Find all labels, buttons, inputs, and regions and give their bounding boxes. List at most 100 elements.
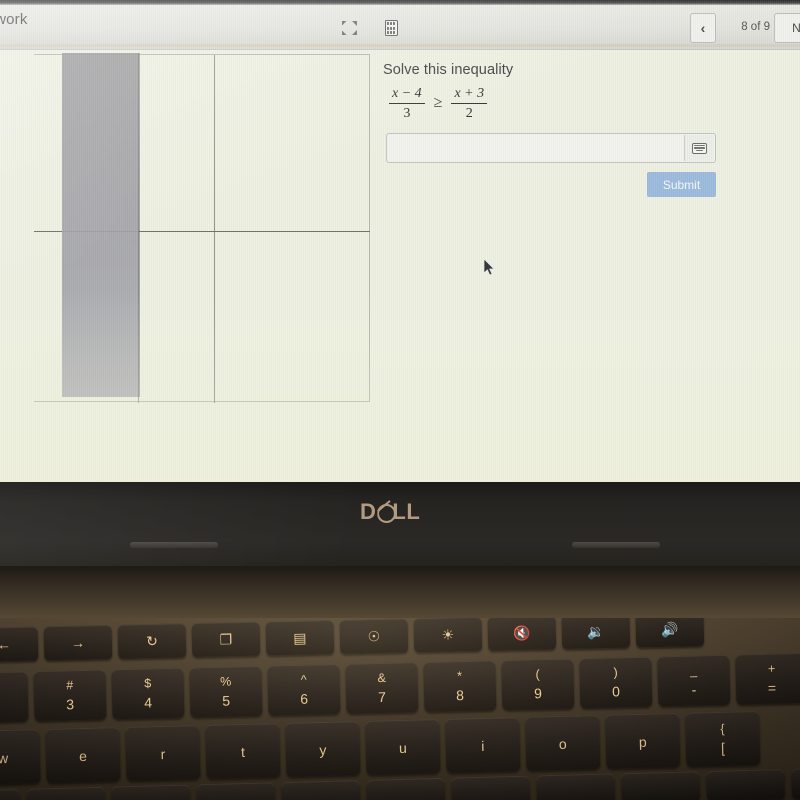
- key-e[interactable]: e: [45, 727, 121, 783]
- fraction-left-bar: [389, 103, 425, 105]
- key-bottom-row[interactable]: [706, 768, 786, 800]
- question-counter: 8 of 9: [741, 21, 770, 33]
- key-primary-label: r: [160, 746, 166, 763]
- screen-glare-reflection: [62, 53, 139, 397]
- key-o[interactable]: o: [525, 714, 601, 771]
- key-primary-label: 5: [222, 692, 231, 709]
- key-4[interactable]: $4: [111, 667, 185, 720]
- key-=[interactable]: + =: [735, 652, 800, 705]
- keyboard-function-row[interactable]: ← → ↻ ❐ ▤ ☉ ☀ 🔇 🔉 🔊: [0, 618, 705, 662]
- keyboard-icon: [692, 142, 707, 154]
- key-primary-label: -: [691, 681, 697, 698]
- key-primary-label: t: [240, 744, 246, 761]
- key-volume-down[interactable]: 🔉: [561, 618, 631, 650]
- bezel-bumper-right: [572, 542, 660, 548]
- key-i[interactable]: i: [445, 716, 521, 773]
- key-primary-label: e: [78, 748, 88, 765]
- key-mute[interactable]: 🔇: [487, 618, 557, 651]
- key-y[interactable]: y: [285, 721, 361, 777]
- mute-icon: 🔇: [512, 624, 531, 642]
- submit-button-label: Submit: [662, 177, 701, 192]
- key-shift-label: %: [219, 674, 232, 690]
- key-brightness-down[interactable]: ☉: [339, 618, 409, 654]
- key-3[interactable]: #3: [33, 669, 107, 722]
- page-subtitle: on: [0, 32, 118, 42]
- key-primary-label: =: [767, 679, 777, 696]
- key-shift-label: ): [613, 665, 618, 680]
- key-bottom-row[interactable]: [621, 771, 701, 800]
- key-bottom-row[interactable]: [451, 775, 531, 800]
- key-overview[interactable]: ▤: [265, 620, 335, 656]
- key-bottom-row[interactable]: [791, 766, 800, 799]
- submit-button[interactable]: Submit: [647, 172, 716, 197]
- key-bottom-row[interactable]: [281, 780, 361, 800]
- answer-input[interactable]: [387, 134, 683, 162]
- key-6[interactable]: ^ 6: [267, 663, 341, 716]
- brightness-up-icon: ☀: [441, 626, 455, 643]
- question-block: Solve this inequality x − 4 3 ≥ x + 3 2: [383, 62, 783, 122]
- graph-axis-vertical: [214, 55, 215, 403]
- key-7[interactable]: & 7: [345, 662, 419, 714]
- graph-panel[interactable]: [34, 53, 370, 403]
- key-shift-label: $: [144, 676, 152, 691]
- key-primary-label: 6: [300, 690, 309, 707]
- key-w[interactable]: w: [0, 729, 41, 785]
- answer-field-container[interactable]: [386, 133, 716, 163]
- key-primary-label: [: [720, 739, 726, 756]
- key-p[interactable]: p: [605, 712, 681, 769]
- reload-icon: ↻: [145, 632, 158, 650]
- key-9[interactable]: (9: [501, 658, 575, 711]
- key-primary-label: 9: [533, 684, 543, 702]
- key-2[interactable]: @2: [0, 671, 29, 723]
- key-u[interactable]: u: [365, 719, 441, 775]
- chevron-left-icon: ‹: [700, 20, 706, 36]
- fullscreen-button[interactable]: [336, 16, 362, 40]
- key-forward[interactable]: →: [43, 624, 113, 661]
- key-back[interactable]: ←: [0, 626, 39, 662]
- volume-up-icon: 🔊: [660, 621, 679, 638]
- fraction-right-denominator: 2: [465, 105, 473, 121]
- key-shift-label: +: [767, 661, 776, 677]
- key-primary-label: y: [319, 742, 327, 759]
- next-question-button[interactable]: N: [774, 13, 800, 43]
- math-expression: x − 4 3 ≥ x + 3 2: [389, 86, 783, 122]
- key-t[interactable]: t: [205, 723, 281, 779]
- key-shift-label: &: [377, 671, 386, 686]
- fullscreen-icon: [341, 21, 357, 35]
- key-shift-label: (: [535, 667, 540, 682]
- key--[interactable]: _ -: [657, 654, 731, 707]
- overview-icon: ▤: [293, 629, 307, 646]
- laptop-photo: nework on ‹ 8 of 9 N: [0, 0, 800, 800]
- key-primary-label: i: [481, 738, 485, 755]
- page-title: nework: [0, 11, 28, 28]
- math-keyboard-button[interactable]: [684, 135, 714, 161]
- key-brightness-up[interactable]: ☀: [413, 618, 483, 653]
- key-8[interactable]: * 8: [423, 660, 497, 712]
- fraction-left-numerator: x − 4: [392, 86, 422, 101]
- volume-down-icon: 🔉: [586, 623, 605, 640]
- key-shift-label: #: [66, 678, 74, 693]
- key-bottom-row[interactable]: [111, 784, 191, 800]
- key-bottom-row[interactable]: [366, 777, 446, 800]
- key-5[interactable]: % 5: [189, 665, 263, 718]
- key-primary-label: 4: [144, 694, 153, 711]
- key-bracket-left[interactable]: {[: [685, 710, 761, 767]
- laptop-keyboard[interactable]: ←→↻❐▤☉☀🔇🔉🔊 @2#3$4%5^6&7*8(9)0_-+= wertyu…: [0, 618, 800, 800]
- dell-logo: D LL: [360, 499, 420, 525]
- key-bottom-row[interactable]: [0, 788, 21, 800]
- key-volume-up[interactable]: 🔊: [635, 618, 705, 648]
- key-primary-label: 3: [66, 695, 75, 713]
- key-fullscreen[interactable]: ❐: [191, 621, 261, 658]
- key-r[interactable]: r: [125, 725, 201, 781]
- dell-logo-suffix: LL: [392, 499, 421, 524]
- fullscreen-icon: ❐: [219, 631, 233, 648]
- chassis-highlight: [0, 44, 800, 47]
- calculator-button[interactable]: [378, 16, 404, 40]
- key-bottom-row[interactable]: [536, 773, 616, 800]
- key-reload[interactable]: ↻: [117, 623, 187, 659]
- key-bottom-row[interactable]: [196, 782, 276, 800]
- key-bottom-row[interactable]: [26, 786, 106, 800]
- previous-question-button[interactable]: ‹: [690, 13, 716, 43]
- key-0[interactable]: ) 0: [579, 656, 653, 709]
- brightness-down-icon: ☉: [367, 628, 381, 645]
